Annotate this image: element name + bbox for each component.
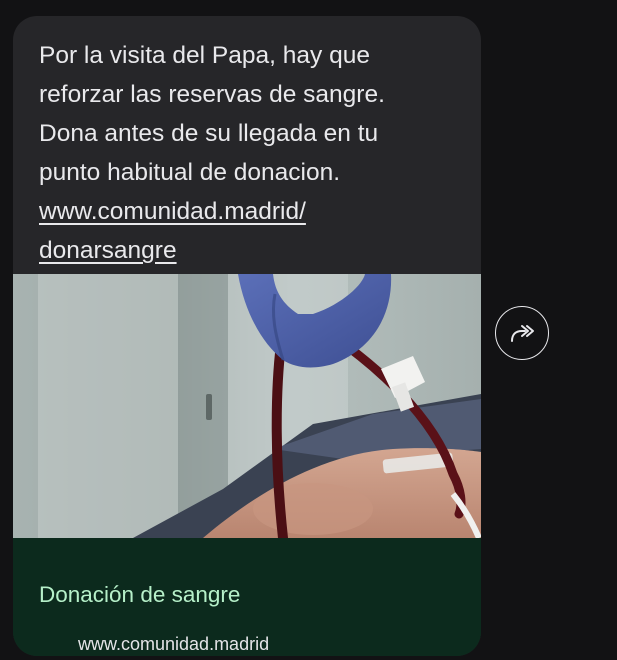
message-line: reforzar las reservas de sangre. [39,81,385,108]
message-link[interactable]: donarsangre [39,237,177,264]
link-preview-title: Donación de sangre [39,582,241,607]
link-preview-footer[interactable]: Donación de sangre www.comunidad.madrid [13,538,481,656]
message-line: punto habitual de donacion. [39,159,341,186]
link-preview-image[interactable] [13,274,481,538]
message-bubble[interactable]: Por la visita del Papa, hay que reforzar… [13,16,481,656]
message-line: Dona antes de su llegada en tu [39,120,379,147]
blood-donation-photo [13,274,481,538]
share-button[interactable] [495,306,549,360]
share-forward-icon [511,325,534,342]
link-preview-domain: www.comunidad.madrid [78,634,270,654]
message-line: Por la visita del Papa, hay que [39,42,370,69]
message-link[interactable]: www.comunidad.madrid/ [39,198,306,225]
message-text: Por la visita del Papa, hay que reforzar… [39,36,469,270]
